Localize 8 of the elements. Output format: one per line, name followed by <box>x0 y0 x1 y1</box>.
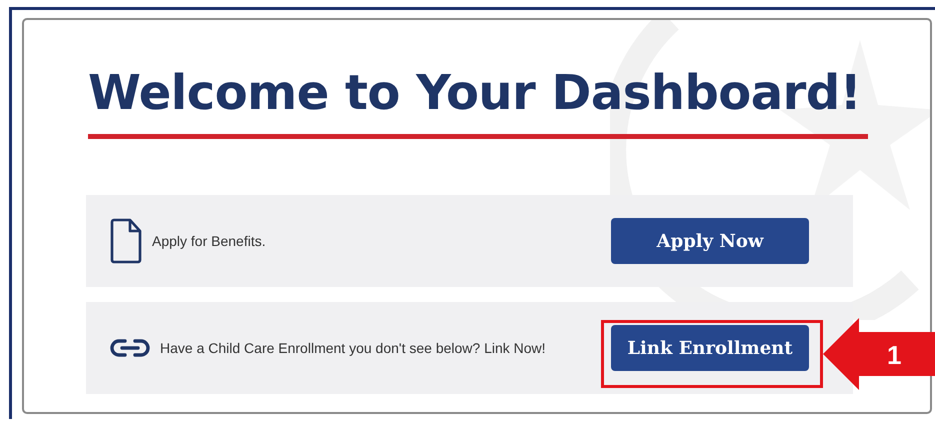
callout-number: 1 <box>887 340 902 370</box>
page-title: Welcome to Your Dashboard! <box>88 64 862 123</box>
panel-text: Have a Child Care Enrollment you don't see below? Link Now! <box>160 339 547 358</box>
link-icon <box>110 337 150 359</box>
action-button[interactable]: Apply Now <box>611 218 809 264</box>
panel-text: Apply for Benefits. <box>152 232 267 251</box>
document-icon <box>110 218 142 264</box>
action-button[interactable]: Link Enrollment <box>611 325 809 371</box>
